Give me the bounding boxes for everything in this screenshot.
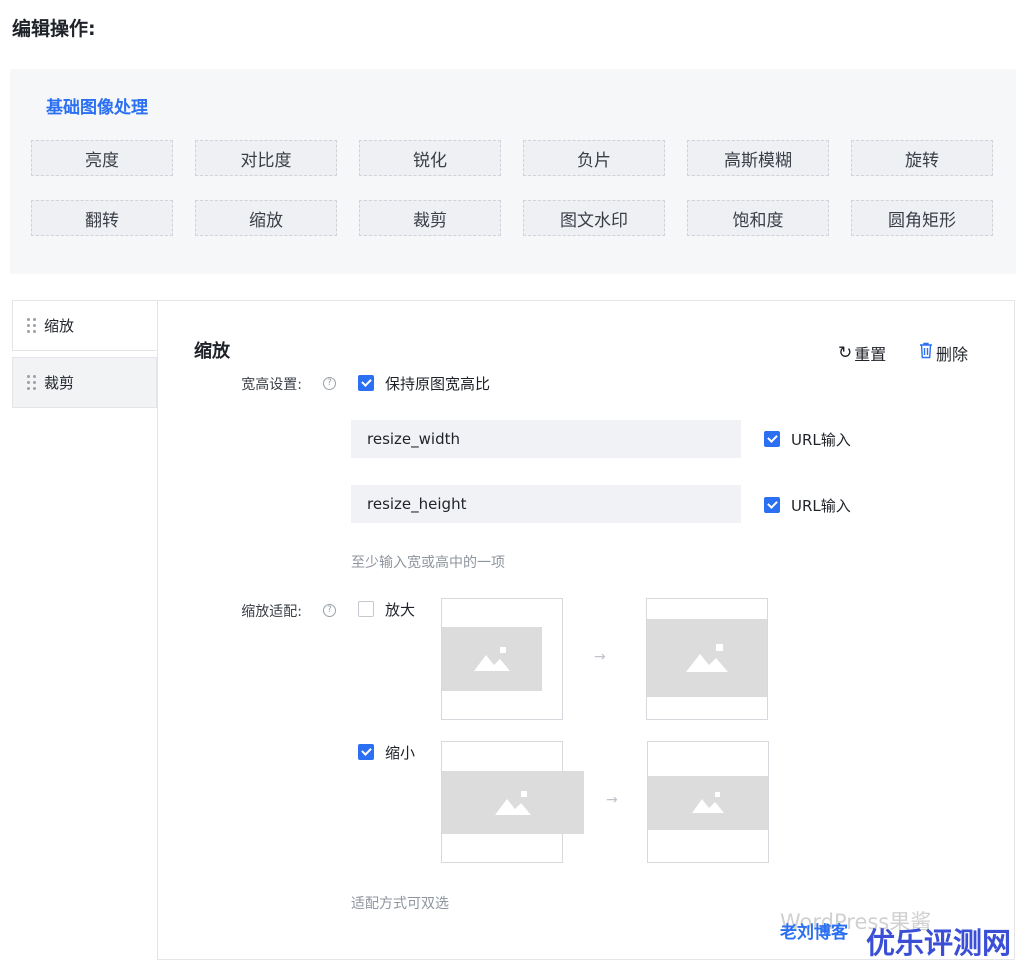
enlarge-before-frame (441, 598, 563, 720)
resize-height-input[interactable] (351, 485, 741, 523)
op-list-item-label: 缩放 (44, 317, 75, 335)
delete-button[interactable]: 删除 (918, 341, 968, 365)
width-url-input-label: URL输入 (791, 431, 851, 449)
enlarge-label: 放大 (385, 601, 416, 619)
watermark-youle: 优乐评测网 (866, 926, 1012, 960)
fit-mode-hint: 适配方式可双选 (351, 896, 449, 912)
resize-width-input[interactable] (351, 420, 741, 458)
op-crop-button[interactable]: 裁剪 (359, 200, 501, 236)
height-url-input-label: URL输入 (791, 497, 851, 515)
reset-button[interactable]: ↻ 重置 (838, 341, 886, 365)
image-placeholder-icon (442, 771, 584, 834)
op-negative-button[interactable]: 负片 (523, 140, 665, 176)
section-title: 编辑操作: (12, 18, 96, 40)
height-url-input-checkbox[interactable] (764, 497, 780, 513)
drag-handle-icon[interactable] (27, 375, 36, 390)
width-url-input-checkbox[interactable] (764, 431, 780, 447)
keep-ratio-checkbox[interactable] (358, 375, 374, 391)
shrink-label: 缩小 (385, 744, 416, 762)
op-text-watermark-button[interactable]: 图文水印 (523, 200, 665, 236)
shrink-after-frame (647, 741, 769, 863)
op-flip-button[interactable]: 翻转 (31, 200, 173, 236)
question-circle-icon[interactable]: ? (323, 377, 336, 390)
watermark-laoliu: 老刘博客 (780, 923, 848, 943)
enlarge-after-frame (646, 598, 768, 720)
op-contrast-button[interactable]: 对比度 (195, 140, 337, 176)
editor-title: 缩放 (194, 341, 230, 362)
size-hint: 至少输入宽或高中的一项 (351, 555, 505, 571)
arrow-right-icon: → (594, 649, 606, 665)
keep-ratio-label: 保持原图宽高比 (385, 375, 491, 393)
delete-label: 删除 (936, 345, 969, 364)
trash-icon (918, 342, 934, 364)
op-gaussian-blur-button[interactable]: 高斯模糊 (687, 140, 829, 176)
reset-label: 重置 (854, 345, 887, 364)
op-saturation-button[interactable]: 饱和度 (687, 200, 829, 236)
arrow-right-icon: → (606, 792, 618, 808)
shrink-checkbox[interactable] (358, 744, 374, 760)
ops-group-title: 基础图像处理 (46, 98, 148, 118)
shrink-before-frame (441, 741, 584, 863)
image-placeholder-icon (442, 627, 542, 691)
image-placeholder-icon (648, 776, 768, 830)
size-setting-label: 宽高设置: (241, 377, 302, 393)
refresh-icon: ↻ (838, 343, 853, 363)
basic-ops-panel: 基础图像处理 亮度 对比度 锐化 负片 高斯模糊 旋转 翻转 缩放 裁剪 图文水… (10, 69, 1016, 274)
op-list-item-resize[interactable]: 缩放 (12, 300, 157, 351)
resize-editor-panel: 缩放 ↻ 重置 删除 宽高设置: ? 保持原图宽高比 URL输入 URL输入 至… (157, 300, 1015, 960)
op-rounded-rect-button[interactable]: 圆角矩形 (851, 200, 993, 236)
drag-handle-icon[interactable] (27, 318, 36, 333)
op-brightness-button[interactable]: 亮度 (31, 140, 173, 176)
op-rotate-button[interactable]: 旋转 (851, 140, 993, 176)
op-list-item-label: 裁剪 (44, 374, 75, 392)
op-list-item-crop[interactable]: 裁剪 (12, 357, 157, 408)
enlarge-checkbox[interactable] (358, 601, 374, 617)
op-resize-button[interactable]: 缩放 (195, 200, 337, 236)
fit-mode-label: 缩放适配: (241, 604, 302, 620)
image-placeholder-icon (647, 619, 767, 697)
op-sharpen-button[interactable]: 锐化 (359, 140, 501, 176)
question-circle-icon[interactable]: ? (323, 604, 336, 617)
